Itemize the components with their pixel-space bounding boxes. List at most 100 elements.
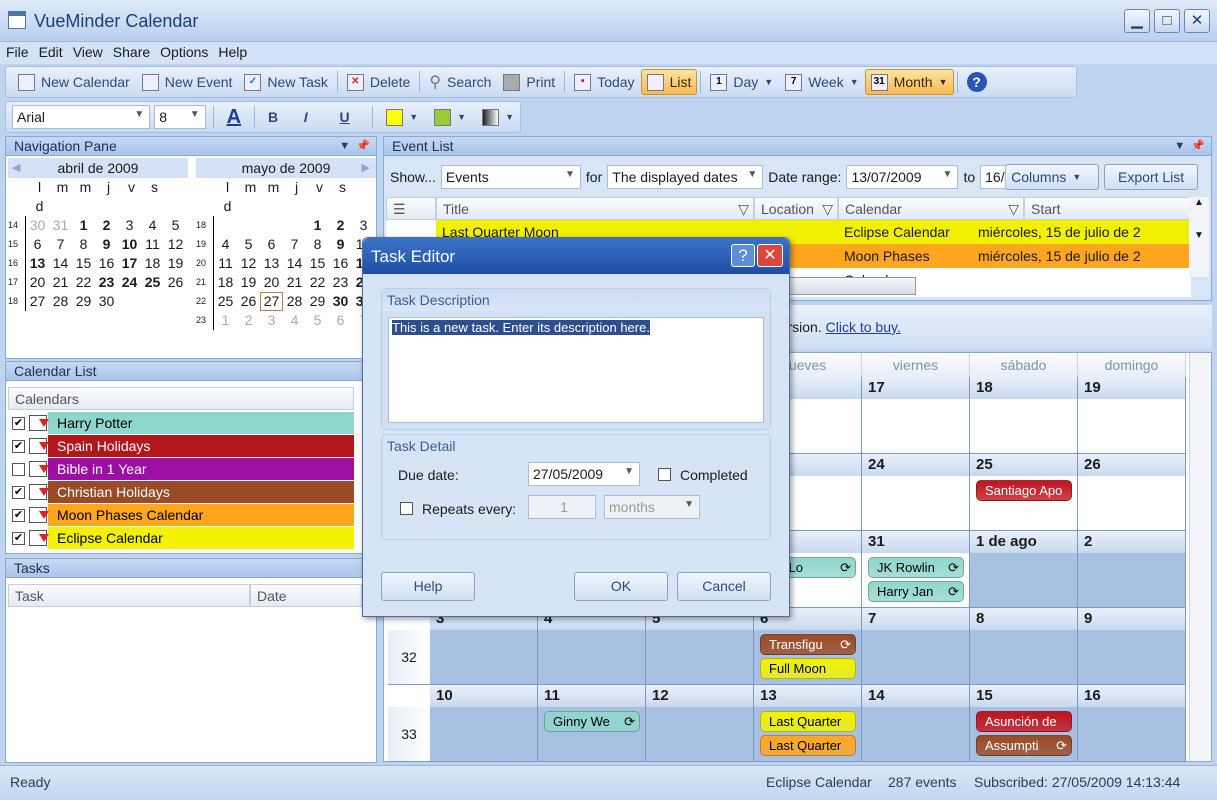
mini-day[interactable]: 3 <box>260 311 283 330</box>
mini-day[interactable]: 2 <box>95 216 118 235</box>
week-view-button[interactable]: 7 Week ▼ <box>779 69 864 95</box>
mini-day[interactable]: 9 <box>329 235 352 254</box>
mini-day[interactable]: 1 <box>72 216 95 235</box>
mini-day[interactable]: 4 <box>283 311 306 330</box>
calendar-item[interactable]: Bible in 1 Year <box>8 458 354 481</box>
font-size-select[interactable]: 8 ▼ <box>154 105 206 129</box>
calendar-event[interactable]: Ginny We ⟳ <box>544 711 640 732</box>
mini-day[interactable]: 19 <box>237 273 260 292</box>
vertical-scrollbar[interactable]: ▲ ▼ <box>1189 197 1209 277</box>
mini-day[interactable]: 17 <box>118 254 141 273</box>
calendar-item[interactable]: ✔ Harry Potter <box>8 412 354 435</box>
day-cell[interactable]: 16 <box>1078 685 1186 762</box>
day-view-button[interactable]: 1 Day ▼ <box>704 69 779 95</box>
day-cell[interactable]: 4 <box>538 608 646 685</box>
calendar-checkbox[interactable]: ✔ <box>12 508 25 522</box>
help-button[interactable]: ? <box>961 69 993 95</box>
mini-day[interactable]: 24 <box>118 273 141 292</box>
mini-day[interactable]: 12 <box>164 235 187 254</box>
calendar-event[interactable]: Transfigu ⟳ <box>760 634 856 655</box>
mini-day[interactable]: 28 <box>49 292 72 311</box>
export-list-button[interactable]: Export List <box>1104 164 1199 190</box>
menu-file[interactable]: File <box>0 42 33 60</box>
repeats-checkbox[interactable] <box>400 502 413 515</box>
underline-button[interactable]: U <box>334 104 366 130</box>
mini-day[interactable]: 22 <box>72 273 95 292</box>
mini-day[interactable]: 2 <box>329 216 352 235</box>
calendar-event[interactable]: Full Moon <box>760 658 856 679</box>
for-select[interactable]: The displayed dates ▼ <box>607 165 764 189</box>
calendar-event[interactable]: JK Rowlin ⟳ <box>868 557 964 578</box>
mini-day[interactable]: 30 <box>329 292 352 311</box>
location-column-header[interactable]: Location ▽ <box>754 197 838 220</box>
menu-share[interactable]: Share <box>107 42 154 60</box>
mini-day[interactable]: 27 <box>260 292 283 311</box>
calendar-column-header[interactable]: Calendar ▽ <box>838 197 1024 220</box>
date-from-picker[interactable]: 13/07/2009 ▼ <box>846 165 959 189</box>
pin-icon[interactable]: ▼ 📌 <box>1174 137 1205 156</box>
mini-day[interactable]: 15 <box>72 254 95 273</box>
mini-day[interactable]: 23 <box>95 273 118 292</box>
mini-day[interactable]: 16 <box>329 254 352 273</box>
buy-link[interactable]: Click to buy. <box>826 319 901 335</box>
menu-edit[interactable]: Edit <box>33 42 67 60</box>
calendar-event[interactable]: Asunción de <box>976 711 1072 732</box>
calendar-checkbox[interactable]: ✔ <box>12 439 25 453</box>
calendar-event[interactable]: Santiago Apo <box>976 480 1072 501</box>
new-event-button[interactable]: New Event <box>136 69 239 95</box>
task-description-textarea[interactable]: This is a new task. Enter its descriptio… <box>388 317 764 423</box>
mini-day[interactable]: 20 <box>26 273 49 292</box>
mini-day[interactable]: 25 <box>214 292 237 311</box>
mini-day[interactable]: 20 <box>260 273 283 292</box>
menu-view[interactable]: View <box>67 42 107 60</box>
day-cell[interactable]: 1 de ago <box>970 531 1078 608</box>
show-select[interactable]: Events ▼ <box>440 165 581 189</box>
mini-day[interactable]: 18 <box>214 273 237 292</box>
chevron-down-icon[interactable]: ▼ <box>764 77 773 87</box>
mini-day[interactable]: 6 <box>329 311 352 330</box>
mini-day[interactable]: 12 <box>237 254 260 273</box>
calendar-item[interactable]: ✔ Eclipse Calendar <box>8 527 354 550</box>
mini-day[interactable]: 21 <box>49 273 72 292</box>
calendars-column-header[interactable]: Calendars <box>8 387 354 410</box>
completed-checkbox[interactable] <box>658 468 671 481</box>
dialog-help-button[interactable]: ? <box>731 244 755 267</box>
delete-button[interactable]: ✕ Delete <box>341 69 416 95</box>
column-chooser-icon[interactable]: ☰ <box>386 197 436 220</box>
calendar-item[interactable]: ✔ Spain Holidays <box>8 435 354 458</box>
day-cell[interactable]: 9 <box>1078 608 1186 685</box>
show-label[interactable]: Show... <box>390 169 436 185</box>
calendar-event[interactable]: Assumpti ⟳ <box>976 735 1072 756</box>
mini-day[interactable]: 13 <box>26 254 49 273</box>
mini-day[interactable]: 4 <box>214 235 237 254</box>
task-column-header[interactable]: Task <box>8 584 250 607</box>
mini-day[interactable]: 22 <box>306 273 329 292</box>
day-cell[interactable]: 18 <box>970 377 1078 454</box>
highlight-color-button[interactable]: ▼ <box>380 104 424 130</box>
mini-day[interactable]: 7 <box>49 235 72 254</box>
mini-day[interactable]: 11 <box>141 235 164 254</box>
calendar-checkbox[interactable] <box>12 462 25 476</box>
mini-day[interactable]: 16 <box>95 254 118 273</box>
help-button[interactable]: Help <box>381 572 475 601</box>
calendar-event[interactable]: Last Quarter <box>760 711 856 732</box>
mini-day[interactable]: 30 <box>95 292 118 311</box>
mini-day[interactable]: 18 <box>141 254 164 273</box>
mini-day[interactable]: 6 <box>26 235 49 254</box>
mini-day[interactable]: 26 <box>237 292 260 311</box>
calendar-event[interactable]: Last Quarter <box>760 735 856 756</box>
cancel-button[interactable]: Cancel <box>677 572 771 601</box>
mini-day[interactable]: 6 <box>260 235 283 254</box>
menu-options[interactable]: Options <box>154 42 212 60</box>
repeat-count-stepper[interactable]: 1 <box>528 495 596 519</box>
start-column-header[interactable]: Start <box>1024 197 1191 220</box>
title-column-header[interactable]: Title ▽ <box>436 197 754 220</box>
today-button[interactable]: • Today <box>568 69 640 95</box>
minimize-button[interactable]: ▁ <box>1124 9 1150 33</box>
mini-day[interactable]: 19 <box>164 254 187 273</box>
close-button[interactable]: ✕ <box>1184 9 1210 33</box>
calendar-event[interactable]: Harry Jan ⟳ <box>868 581 964 602</box>
repeat-unit-select[interactable]: months ▼ <box>604 495 700 519</box>
list-view-button[interactable]: List <box>640 69 698 95</box>
mini-day[interactable]: 25 <box>141 273 164 292</box>
